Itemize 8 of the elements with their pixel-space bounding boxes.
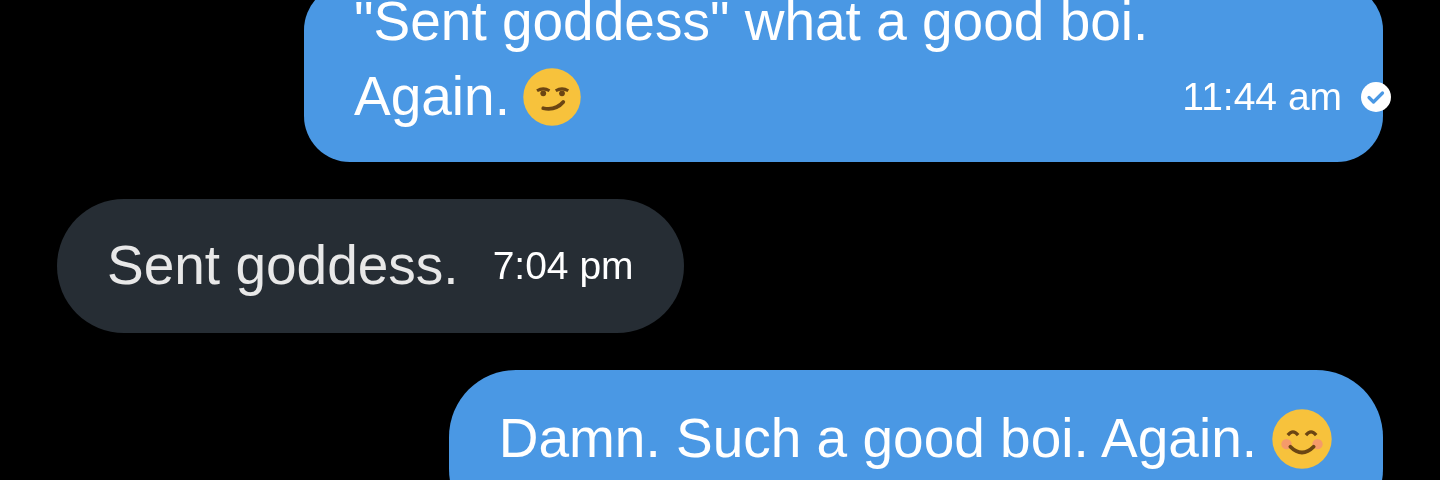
message-time: 11:44 am	[1182, 74, 1343, 119]
smirking-emoji-icon	[521, 66, 582, 127]
message-text: Sent goddess.	[107, 233, 459, 298]
message-text: Again.	[354, 64, 510, 129]
smiling-emoji-icon	[1271, 407, 1333, 470]
message-time: 7:04 pm	[492, 243, 634, 288]
message-text: "Sent goddess" what a good boi.	[354, 0, 1149, 54]
message-text: Damn. Such a good boi. Again.	[498, 406, 1257, 471]
